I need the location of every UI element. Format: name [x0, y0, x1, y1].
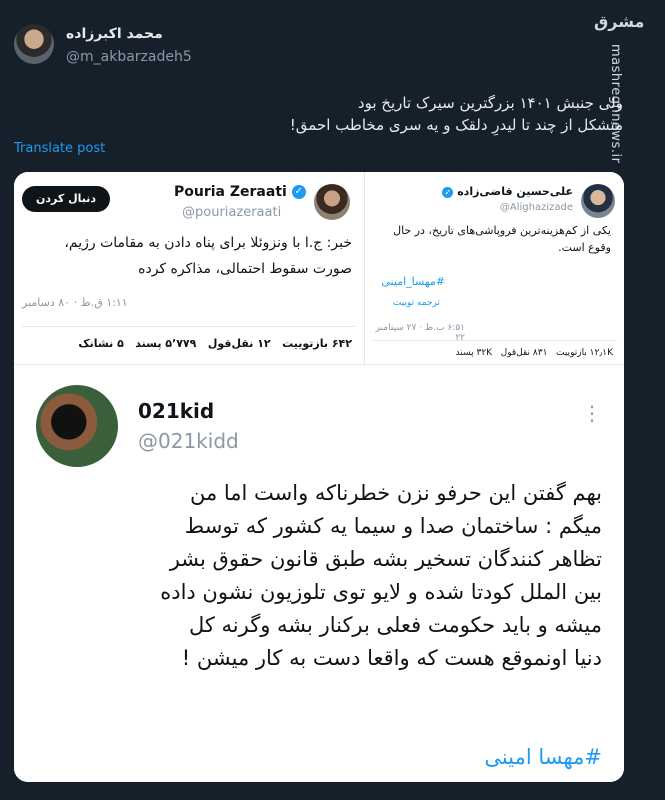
follow-button: دنبال کردن	[22, 186, 110, 212]
verified-icon: ✓	[442, 186, 454, 198]
right-tweet-translate: ترجمه توییت	[392, 298, 440, 308]
left-tweet-name-text: Pouria Zeraati	[174, 184, 287, 200]
post-text: ولی جنبش ۱۴۰۱ بزرگترین سیرک تاریخ بود مت…	[23, 92, 623, 136]
follow-button-label: دنبال کردن	[35, 192, 97, 205]
right-tweet-handle: @Alighazizade	[499, 202, 573, 213]
right-tweet-text: یکی از کم‌هزینه‌ترین فروپاشی‌های تاریخ، …	[393, 224, 611, 254]
post-line: متشکل از چند تا لیدرِ دلقک و یه سری مخاط…	[289, 116, 623, 134]
kid-tweet-line: دنیا اونموقع هست که واقعا دست به کار میش…	[181, 646, 602, 670]
kid-tweet-text: بهم گفتن این حرفو نزن خطرناکه واست اما م…	[22, 477, 602, 675]
left-tweet-text: خبر: ج.ا با ونزوئلا برای پناه دادن به مق…	[64, 235, 352, 277]
right-tweet-avatar	[581, 184, 615, 218]
kid-tweet-hashtag: #مهسا امینی	[484, 745, 602, 769]
author-handle[interactable]: @m_akbarzadeh5	[66, 49, 192, 65]
right-tweet-name-text: علی‌حسین قاضی‌زاده	[457, 185, 573, 198]
left-tweet-handle: @pouriazeraati	[182, 205, 282, 220]
left-tweet-timestamp: ۱:۱۱ ق.ظ · ۸۰ دسامبر	[22, 296, 128, 309]
watermark-logo: مشرق	[594, 12, 644, 31]
kid-tweet-card: 021kid @021kidd ⋮ بهم گفتن این حرفو نزن …	[14, 364, 624, 782]
kid-tweet-line: تظاهر کنندگان تسخیر بشه طبق قانون حقوق ب…	[169, 547, 602, 571]
verified-icon: ✓	[291, 185, 306, 199]
post-line: ولی جنبش ۱۴۰۱ بزرگترین سیرک تاریخ بود	[357, 94, 623, 112]
kid-tweet-line: میشه و باید حکومت فعلی برکنار بشه وگرنه …	[188, 613, 602, 637]
kid-tweet-name: 021kid	[138, 399, 215, 423]
kid-tweet-line: بین الملل کودتا شده و لایو توی تلوزیون ن…	[160, 580, 602, 604]
left-tweet-name: Pouria Zeraati ✓	[174, 184, 306, 200]
translate-post-link[interactable]: Translate post	[14, 141, 105, 156]
right-tweet-divider	[373, 340, 617, 341]
kid-tweet-handle: @021kidd	[138, 429, 239, 453]
left-tweet-avatar	[314, 184, 350, 220]
author-name[interactable]: محمد اکبرزاده	[66, 26, 163, 42]
kid-tweet-avatar	[36, 385, 118, 467]
left-tweet-card: Pouria Zeraati ✓ @pouriazeraati دنبال کر…	[14, 172, 364, 364]
kid-tweet-line: میگم : ساختمان صدا و سیما یه کشور که توس…	[184, 514, 602, 538]
left-tweet-stats: ۶۴۲ بازتوییت ۱۲ نقل‌قول ۵٬۷۷۹ پسند ۵ نشا…	[78, 337, 352, 350]
more-options-icon: ⋮	[582, 401, 602, 425]
right-tweet-name: علی‌حسین قاضی‌زاده ✓	[383, 185, 573, 198]
right-tweet-card: علی‌حسین قاضی‌زاده ✓ @Alighazizade یکی ا…	[364, 172, 624, 364]
author-avatar[interactable]	[14, 24, 54, 64]
left-tweet-divider	[22, 326, 356, 327]
right-tweet-stats: ۱۲٫۱K بازتوییت ۸۳۱ نقل‌قول ۳۲K پسند	[455, 348, 613, 358]
right-tweet-hashtag: #مهسا_امینی	[381, 275, 445, 288]
watermark-logo-text: مشرق	[594, 12, 645, 31]
kid-tweet-line: بهم گفتن این حرفو نزن خطرناکه واست اما م…	[189, 481, 602, 505]
quoted-image[interactable]: علی‌حسین قاضی‌زاده ✓ @Alighazizade یکی ا…	[14, 172, 624, 782]
